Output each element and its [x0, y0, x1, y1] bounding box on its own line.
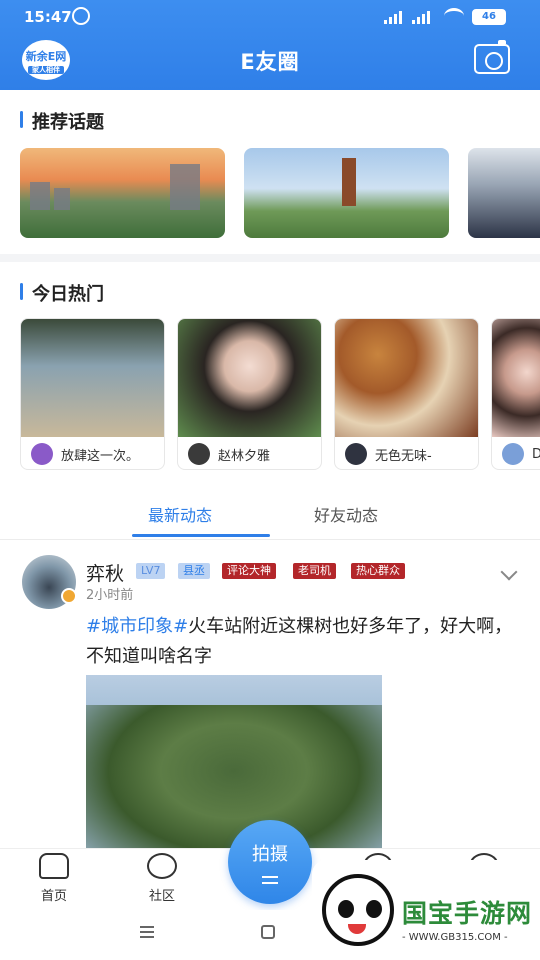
post-text[interactable]: #城市印象#火车站附近这棵树也好多年了，好大啊，不知道叫啥名字	[86, 612, 526, 672]
honor-badge: 评论大神	[222, 563, 276, 579]
post-hashtag[interactable]: #城市印象#	[86, 616, 188, 637]
panda-logo-icon	[322, 874, 394, 946]
feed-tabs: 最新动态 好友动态	[0, 494, 540, 540]
hot-image	[178, 319, 321, 437]
camera-icon[interactable]	[474, 40, 510, 74]
honor-badge: 老司机	[293, 563, 336, 579]
avatar	[345, 443, 367, 465]
signal-icon	[384, 10, 406, 24]
top-bar: 15:47 46 新余E网 家人相伴 E友圈	[0, 0, 540, 90]
post-time: 2小时前	[86, 588, 134, 603]
status-bar: 15:47 46	[0, 6, 540, 30]
hot-title: 今日热门	[20, 280, 104, 306]
nav-community-label: 社区	[148, 889, 175, 904]
home-icon	[39, 853, 69, 879]
hot-image	[335, 319, 478, 437]
tab-latest[interactable]: 最新动态	[148, 502, 212, 526]
status-time: 15:47	[24, 8, 72, 26]
nav-home-label: 首页	[40, 889, 67, 904]
community-icon	[147, 853, 177, 879]
hot-username: 赵林夕雅	[218, 448, 271, 464]
avatar	[31, 443, 53, 465]
watermark: 国宝手游网 - WWW.GB315.COM -	[312, 860, 540, 960]
wifi-icon	[444, 8, 464, 24]
page-title: E友圈	[240, 50, 300, 74]
watermark-url: - WWW.GB315.COM -	[402, 932, 508, 943]
topic-card[interactable]	[244, 148, 449, 238]
hot-card[interactable]: D	[491, 318, 540, 470]
active-tab-indicator	[132, 534, 270, 537]
battery-icon: 46	[472, 9, 506, 25]
avatar	[502, 443, 524, 465]
building-shape	[54, 188, 70, 210]
tabs-divider	[0, 539, 540, 540]
home-square-icon[interactable]	[261, 925, 275, 939]
hot-card[interactable]: 放肆这一次。	[20, 318, 165, 470]
building-shape	[170, 164, 200, 210]
nav-community[interactable]: 社区	[132, 853, 192, 904]
building-shape	[30, 182, 50, 210]
hot-image	[492, 319, 540, 437]
avatar	[188, 443, 210, 465]
topic-card[interactable]	[468, 148, 540, 238]
recommended-title: 推荐话题	[20, 108, 104, 134]
watermark-text: 国宝手游网	[402, 899, 533, 928]
honor-badge: 热心群众	[351, 563, 405, 579]
section-divider	[0, 254, 540, 262]
signal-icon	[412, 10, 434, 24]
pagoda-shape	[342, 158, 356, 206]
hot-image	[21, 319, 164, 437]
hot-username: 无色无味-	[375, 448, 432, 464]
hot-card[interactable]: 赵林夕雅	[177, 318, 322, 470]
level-badge: LV7	[136, 563, 166, 579]
nav-home[interactable]: 首页	[24, 853, 84, 904]
sky-shape	[86, 675, 382, 705]
title-badge: 县丞	[178, 563, 210, 579]
hot-username: D	[532, 447, 540, 462]
topic-card[interactable]	[20, 148, 225, 238]
tab-friends[interactable]: 好友动态	[314, 502, 378, 526]
chevron-down-icon[interactable]	[500, 563, 518, 581]
alarm-icon	[72, 7, 90, 25]
menu-icon[interactable]	[140, 926, 154, 938]
post-username[interactable]: 弈秋	[86, 559, 124, 586]
post-image[interactable]	[86, 675, 382, 850]
verified-icon	[61, 588, 77, 604]
hot-card[interactable]: 无色无味-	[334, 318, 479, 470]
hot-username: 放肆这一次。	[61, 448, 140, 464]
shoot-button[interactable]: 拍摄	[228, 820, 312, 904]
